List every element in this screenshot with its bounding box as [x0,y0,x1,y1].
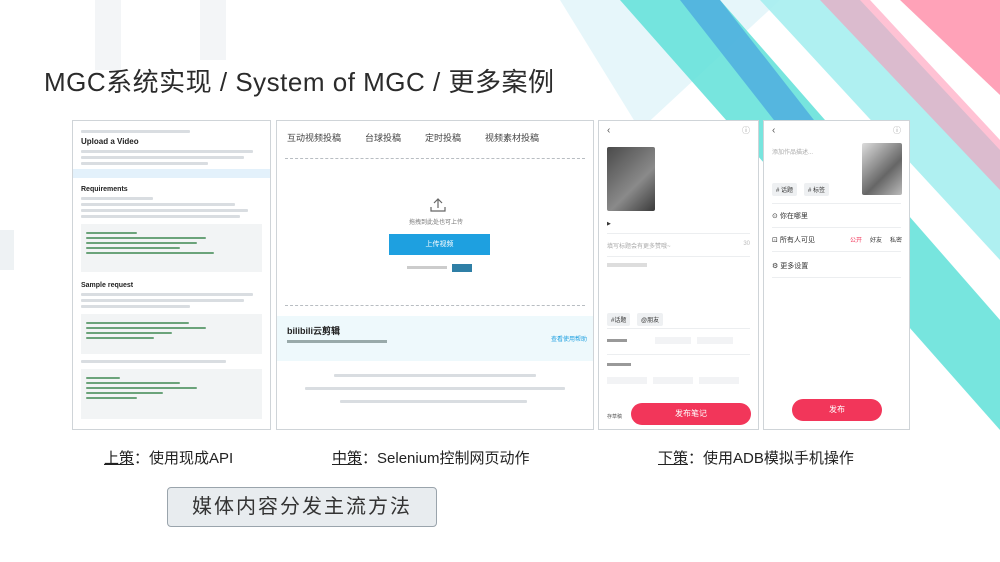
phone-screen-right: ‹ ⓘ 添加作品描述... # 话题 # 标签 ⊙ 你在哪里 ⊡ 所有人可见 公… [763,120,910,430]
visibility-friends[interactable]: 好友 [870,235,882,244]
video-thumbnail-2[interactable] [862,143,902,195]
location-label: 你在哪里 [779,213,808,220]
lock-icon: ⊡ [772,237,778,244]
visibility-row[interactable]: ⊡ 所有人可见 [772,235,815,245]
title-counter: 30 [743,241,750,247]
video-thumbnail[interactable] [607,147,655,211]
info-icon-2[interactable]: ⓘ [893,125,901,136]
api-code-block-2 [81,314,262,354]
dashed-divider [285,158,585,159]
location-row[interactable] [607,336,737,346]
api-docs-requirements: Requirements [81,186,128,193]
caption-mid-strategy: 中策：Selenium控制网页动作 [332,447,530,468]
back-icon-2[interactable]: ‹ [772,125,775,136]
bilibili-banner: bilibili云剪辑 查看使用帮助 [277,316,593,361]
api-code-block-3 [81,369,262,419]
pin-icon: ⊙ [772,213,778,220]
api-docs-sample: Sample request [81,282,134,289]
visibility-private[interactable]: 私密 [890,235,902,244]
chip-tag[interactable]: # 标签 [804,183,830,196]
more-settings-label: 更多设置 [780,263,809,270]
tag-friend[interactable]: @朋友 [637,313,664,326]
caption-top-strategy: 上策：使用现成API [104,447,233,468]
tab-billiards[interactable]: 台球投稿 [365,131,401,144]
bg-gray-bar-2 [200,0,226,60]
cover-setting[interactable]: ▶ [607,221,611,227]
bilibili-sub [287,340,387,343]
caption-top-rest: ：使用现成API [134,450,234,467]
save-draft-button[interactable]: 存草稿 [607,413,622,420]
bg-gray-block [0,230,14,270]
bilibili-brand: bilibili云剪辑 [287,326,340,336]
publish-note-button[interactable]: 发布笔记 [631,403,751,425]
caption-low-rest: ：使用ADB模拟手机操作 [688,450,854,467]
selenium-web-panel: 互动视频投稿 台球投稿 定时投稿 视频素材投稿 拖拽到此处也可上传 上传视频 b… [276,120,594,430]
footer-info [291,371,579,403]
api-docs-header: Upload a Video [73,121,270,165]
back-icon[interactable]: ‹ [607,125,610,136]
caption-low-strategy: 下策：使用ADB模拟手机操作 [658,447,854,468]
slide-title: MGC系统实现 / System of MGC / 更多案例 [44,67,555,97]
api-code-block-1 [81,224,262,272]
dashed-divider-2 [285,305,585,306]
upload-tabs: 互动视频投稿 台球投稿 定时投稿 视频素材投稿 [277,121,593,144]
body-input[interactable] [607,263,647,267]
location-row-2[interactable]: ⊙ 你在哪里 [772,211,808,221]
chip-topic[interactable]: # 话题 [772,183,798,196]
caption-mid-key: 中策 [332,450,363,467]
title-input[interactable]: 填写标题会有更多赞哦~ [607,241,671,250]
upload-badge[interactable] [452,264,472,272]
settings-icon: ⚙ [772,263,779,270]
api-docs-note [73,169,270,178]
more-settings-row[interactable]: ⚙ 更多设置 [772,261,808,271]
caption-low-key: 下策 [658,450,689,467]
tab-scheduled[interactable]: 定时投稿 [425,131,461,144]
info-icon[interactable]: ⓘ [742,125,750,136]
upload-video-button[interactable]: 上传视频 [389,234,490,255]
description-input[interactable]: 添加作品描述... [772,147,813,156]
summary-box: 媒体内容分发主流方法 [167,487,437,527]
visibility-public[interactable]: 公开 [850,235,862,244]
upload-sub-row [407,266,447,269]
api-docs-heading: Upload a Video [81,137,139,146]
help-link[interactable]: 查看使用帮助 [551,334,587,343]
upload-icon [430,198,446,212]
upload-hint: 拖拽到此处也可上传 [408,220,463,226]
caption-mid-rest: ：Selenium控制网页动作 [362,450,530,467]
bg-gray-bar-1 [95,0,121,70]
api-docs-panel: Upload a Video Requirements Sample reque… [72,120,271,430]
caption-top-key: 上策 [104,450,135,467]
visibility-label: 所有人可见 [779,237,815,244]
privacy-row[interactable] [607,361,747,389]
publish-button[interactable]: 发布 [792,399,882,421]
phone-screen-left: ‹ ⓘ ▶ 填写标题会有更多赞哦~ 30 #话题 @朋友 存草稿 发布笔记 [598,120,759,430]
tab-material[interactable]: 视频素材投稿 [485,131,539,144]
tag-topic[interactable]: #话题 [607,313,631,326]
tab-interactive-video[interactable]: 互动视频投稿 [287,131,341,144]
